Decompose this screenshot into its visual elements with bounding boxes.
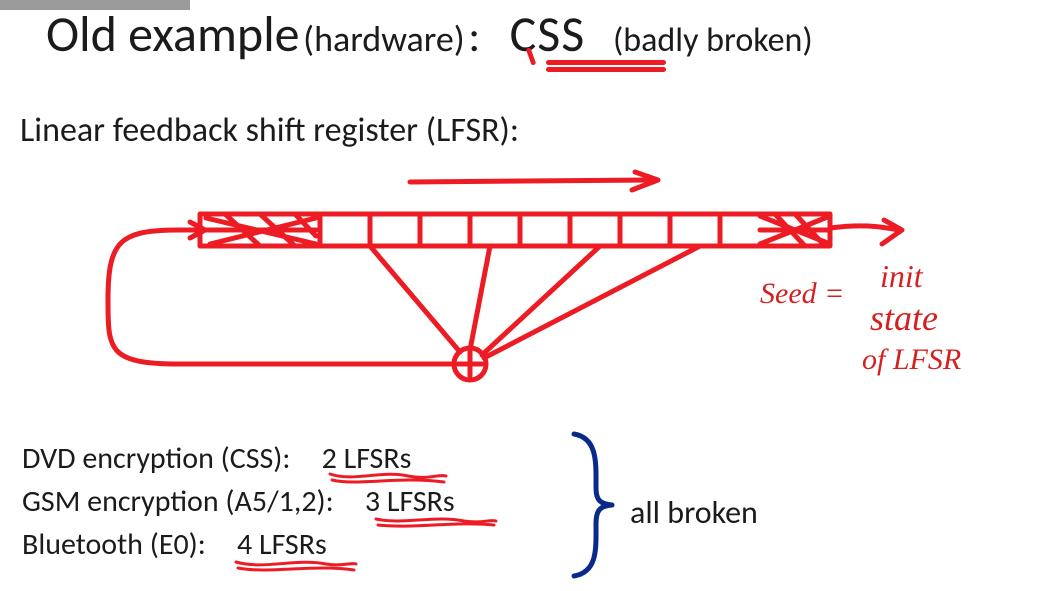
title-row: Old example (hardware) : CSS (badly brok… (46, 4, 1006, 65)
label-bt: Bluetooth (E0): (22, 526, 206, 563)
slide: { "title": { "big": "Old example", "hard… (0, 0, 1046, 591)
brace-icon (560, 430, 620, 585)
underline-dvd (328, 470, 448, 484)
label-all-broken: all broken (630, 493, 758, 532)
underline-css-2 (546, 67, 666, 72)
examples-list: DVD encryption (CSS): 2 LFSRs GSM encryp… (22, 440, 459, 569)
label-dvd: DVD encryption (CSS): (22, 440, 290, 477)
title-css: CSS (504, 4, 592, 65)
title-old-example: Old example (46, 4, 300, 65)
hand-of-lfsr: of LFSR (862, 344, 961, 376)
subtitle-lfsr: Linear feedback shift register (LFSR): (20, 110, 519, 151)
underline-css-1 (546, 60, 666, 65)
hand-state: state (870, 300, 938, 338)
hand-seed-eq: Seed = (760, 278, 844, 310)
label-gsm: GSM encryption (A5/1,2): (22, 483, 334, 520)
title-badly-broken: (badly broken) (613, 20, 813, 61)
title-hardware: (hardware) (303, 17, 465, 61)
underline-bt (234, 556, 358, 570)
title-colon: : (468, 9, 500, 63)
underline-gsm (374, 513, 498, 527)
hand-init: init (880, 260, 923, 294)
